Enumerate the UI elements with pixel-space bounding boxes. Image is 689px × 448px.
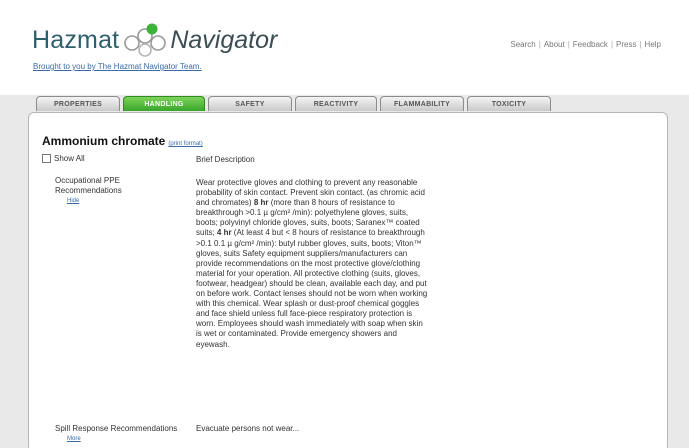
molecule-icon — [124, 23, 167, 57]
page-title: Ammonium chromate (print format) — [42, 134, 203, 148]
show-all-label: Show All — [54, 154, 85, 163]
nav-separator: | — [538, 40, 541, 49]
brief-description-heading: Brief Description — [196, 155, 255, 164]
show-all-checkbox[interactable] — [42, 154, 51, 163]
nav-help[interactable]: Help — [645, 40, 661, 49]
nav-press[interactable]: Press — [616, 40, 636, 49]
nav-search[interactable]: Search — [510, 40, 535, 49]
ppe-text-part: (At least 4 but < 8 hours of resistance … — [196, 228, 428, 349]
ppe-duration-4hr: 4 hr — [216, 228, 232, 238]
chemical-name: Ammonium chromate — [42, 134, 166, 148]
print-format-link[interactable]: (print format) — [168, 141, 202, 147]
page-header: Hazmat Navigator Brought to you by The H… — [0, 0, 689, 95]
logo-hazmat-text: Hazmat — [32, 25, 120, 54]
nav-about[interactable]: About — [544, 40, 565, 49]
nav-separator: | — [610, 40, 614, 49]
tab-flammability[interactable]: FLAMMABILITY — [380, 96, 464, 111]
logo-navigator-text: Navigator — [170, 25, 278, 54]
spill-section-label: Spill Response Recommendations — [55, 424, 178, 433]
ppe-duration-8hr: 8 hr — [253, 198, 269, 208]
tab-safety[interactable]: SAFETY — [208, 96, 292, 111]
nav-separator: | — [567, 40, 570, 49]
tab-handling[interactable]: HANDLING — [123, 96, 205, 111]
nav-feedback[interactable]: Feedback — [573, 40, 608, 49]
hide-link[interactable]: Hide — [67, 198, 79, 204]
tagline-link[interactable]: Brought to you by The Hazmat Navigator T… — [33, 62, 202, 71]
ppe-description: Wear protective gloves and clothing to p… — [196, 178, 428, 350]
tab-properties[interactable]: PROPERTIES — [36, 96, 120, 111]
tab-toxicity[interactable]: TOXICITY — [467, 96, 551, 111]
nav-separator: | — [639, 40, 642, 49]
more-link[interactable]: More — [67, 436, 81, 442]
tab-bar: PROPERTIES HANDLING SAFETY REACTIVITY FL… — [36, 96, 554, 112]
logo[interactable]: Hazmat Navigator — [32, 20, 277, 60]
top-nav: Search | About | Feedback | Press | Help — [510, 40, 661, 49]
tab-reactivity[interactable]: REACTIVITY — [295, 96, 377, 111]
show-all-toggle[interactable]: Show All — [42, 154, 85, 163]
spill-description: Evacuate persons not wear... — [196, 424, 300, 433]
ppe-section-label: Occupational PPE Recommendations — [55, 176, 122, 195]
